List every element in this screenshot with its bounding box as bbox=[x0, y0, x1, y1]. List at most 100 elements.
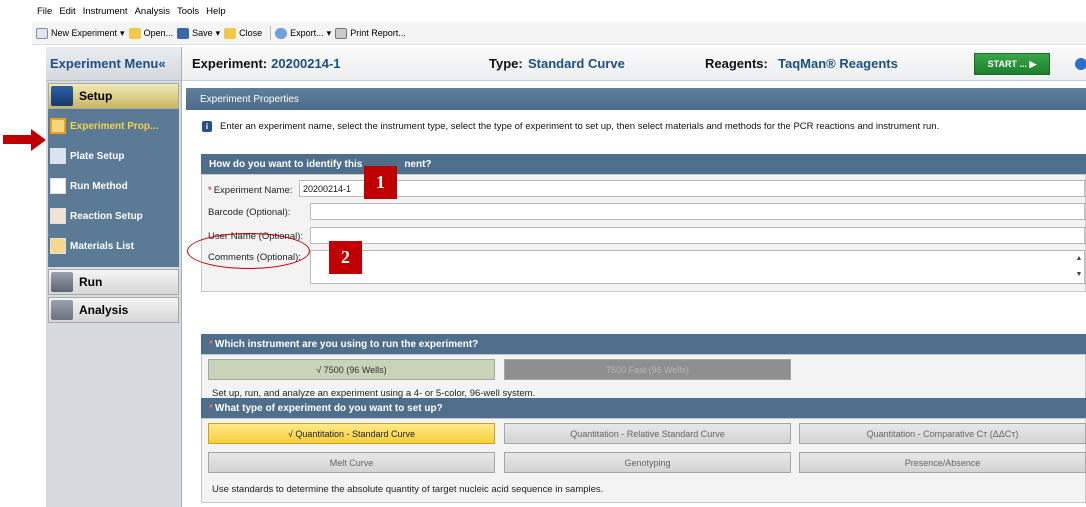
experiment-type-title-text: What type of experiment do you want to s… bbox=[214, 402, 443, 414]
barcode-label: Barcode (Optional): bbox=[208, 206, 291, 218]
experiment-name-field[interactable]: 20200214-1 bbox=[299, 180, 1085, 197]
comments-field[interactable]: ▲ ▼ bbox=[310, 250, 1085, 284]
setup-items: Experiment Prop... Plate Setup Run Metho… bbox=[48, 109, 179, 267]
experiment-type-section: √ Quantitation - Standard Curve Quantita… bbox=[201, 418, 1086, 503]
materials-list-icon bbox=[50, 238, 66, 254]
instrument-7500-fast-button[interactable]: 7500 Fast (96 Wells) bbox=[504, 359, 791, 380]
instructions: i Enter an experiment name, select the i… bbox=[202, 121, 939, 132]
experiment-label: Experiment: bbox=[192, 56, 268, 71]
experiment-name-label-text: Experiment Name: bbox=[213, 184, 293, 196]
annotation-ellipse bbox=[187, 233, 310, 269]
exp-type-standard-curve-button[interactable]: √ Quantitation - Standard Curve bbox=[208, 423, 495, 444]
identify-section: * Experiment Name: 20200214-1 Barcode (O… bbox=[201, 174, 1086, 292]
scroll-up-icon[interactable]: ▲ bbox=[1074, 251, 1084, 267]
experiment-properties-title: Experiment Properties bbox=[186, 88, 1086, 110]
sidebar-item-experiment-properties[interactable]: Experiment Prop... bbox=[48, 111, 179, 141]
exp-type-melt-curve-button[interactable]: Melt Curve bbox=[208, 452, 495, 473]
open-button[interactable]: Open... bbox=[128, 27, 174, 39]
annotation-badge-2: 2 bbox=[329, 241, 362, 274]
print-report-label: Print Report... bbox=[350, 28, 406, 38]
type-label: Type: bbox=[489, 56, 523, 71]
toolbar-divider bbox=[270, 26, 272, 40]
required-asterisk: * bbox=[208, 184, 212, 196]
run-method-curve-icon bbox=[50, 178, 66, 194]
identify-section-title: How do you want to identify this nent? bbox=[201, 154, 1086, 174]
required-asterisk: * bbox=[209, 402, 213, 414]
save-disk-icon bbox=[177, 27, 190, 39]
scrollbar[interactable]: ▲ ▼ bbox=[1074, 251, 1084, 283]
annotation-badge-1: 1 bbox=[364, 166, 397, 199]
menu-instrument[interactable]: Instrument bbox=[83, 6, 128, 17]
identify-title-tail: nent? bbox=[404, 158, 432, 170]
sidebar-section-run[interactable]: Run bbox=[48, 269, 179, 295]
run-icon bbox=[51, 272, 73, 292]
instrument-7500-button[interactable]: √ 7500 (96 Wells) bbox=[208, 359, 495, 380]
type-value: Standard Curve bbox=[528, 56, 625, 71]
sidebar-section-analysis[interactable]: Analysis bbox=[48, 297, 179, 323]
reagents-label: Reagents: bbox=[705, 56, 768, 71]
menu-edit[interactable]: Edit bbox=[59, 6, 75, 17]
menu-tools[interactable]: Tools bbox=[177, 6, 199, 17]
exp-type-presence-absence-button[interactable]: Presence/Absence bbox=[799, 452, 1086, 473]
barcode-field[interactable] bbox=[310, 203, 1085, 220]
save-button[interactable]: Save ▾ bbox=[177, 27, 221, 39]
user-name-field[interactable] bbox=[310, 227, 1085, 244]
new-experiment-label: New Experiment bbox=[51, 28, 118, 38]
toolbar: New Experiment ▾ Open... Save ▾ Close Ex… bbox=[32, 22, 1086, 45]
start-run-button[interactable]: START ... ▶ bbox=[974, 53, 1050, 75]
folder-icon bbox=[128, 27, 141, 39]
export-icon bbox=[275, 27, 288, 39]
sidebar-item-label: Experiment Prop... bbox=[70, 120, 159, 132]
close-button[interactable]: Close bbox=[224, 27, 263, 39]
open-label: Open... bbox=[143, 28, 174, 38]
scroll-down-icon[interactable]: ▼ bbox=[1074, 267, 1084, 283]
sidebar-item-label: Reaction Setup bbox=[70, 210, 143, 222]
experiment-menu-panel: Experiment Menu« Setup Experiment Prop..… bbox=[46, 47, 182, 507]
sidebar-item-label: Plate Setup bbox=[70, 150, 125, 162]
experiment-type-description: Use standards to determine the absolute … bbox=[212, 484, 604, 495]
sidebar-item-label: Run Method bbox=[70, 180, 128, 192]
pipette-icon bbox=[50, 208, 66, 224]
print-report-button[interactable]: Print Report... bbox=[335, 27, 406, 39]
sidebar-item-label: Materials List bbox=[70, 240, 134, 252]
close-label: Close bbox=[239, 28, 263, 38]
menu-analysis[interactable]: Analysis bbox=[135, 6, 170, 17]
menu-help[interactable]: Help bbox=[206, 6, 226, 17]
dropdown-arrow-icon: ▾ bbox=[326, 27, 332, 38]
experiment-menu-title[interactable]: Experiment Menu« bbox=[46, 47, 181, 81]
menu-file[interactable]: File bbox=[37, 6, 52, 17]
printer-icon bbox=[335, 27, 348, 39]
reagents-value: TaqMan® Reagents bbox=[778, 56, 898, 71]
export-button[interactable]: Export... ▾ bbox=[275, 27, 332, 39]
experiment-properties-icon bbox=[50, 118, 66, 134]
menu-bar: File Edit Instrument Analysis Tools Help bbox=[0, 0, 1086, 22]
exp-type-relative-standard-curve-button[interactable]: Quantitation - Relative Standard Curve bbox=[504, 423, 791, 444]
instrument-title-text: Which instrument are you using to run th… bbox=[214, 338, 479, 350]
instructions-text: Enter an experiment name, select the ins… bbox=[220, 121, 940, 132]
setup-label: Setup bbox=[79, 89, 113, 103]
help-icon[interactable] bbox=[1075, 58, 1086, 70]
required-asterisk: * bbox=[209, 338, 213, 350]
dropdown-arrow-icon: ▾ bbox=[215, 27, 221, 38]
export-label: Export... bbox=[290, 28, 324, 38]
sidebar-section-setup[interactable]: Setup bbox=[48, 83, 179, 109]
sidebar-item-materials-list[interactable]: Materials List bbox=[48, 231, 179, 261]
setup-icon bbox=[51, 86, 73, 106]
experiment-value: 20200214-1 bbox=[271, 56, 341, 71]
exp-type-comparative-ct-button[interactable]: Quantitation - Comparative Cт (ΔΔCт) bbox=[799, 423, 1086, 444]
plate-grid-icon bbox=[50, 148, 66, 164]
new-experiment-button[interactable]: New Experiment ▾ bbox=[36, 27, 125, 39]
folder-close-icon bbox=[224, 27, 237, 39]
experiment-type-section-title: * What type of experiment do you want to… bbox=[201, 398, 1086, 418]
identify-title-text: How do you want to identify this bbox=[209, 158, 363, 170]
sidebar-item-run-method[interactable]: Run Method bbox=[48, 171, 179, 201]
run-label: Run bbox=[79, 275, 103, 289]
experiment-name-label: * Experiment Name: bbox=[208, 182, 292, 198]
analysis-label: Analysis bbox=[79, 303, 129, 317]
main-content: Experiment: 20200214-1 Type: Standard Cu… bbox=[182, 47, 1086, 507]
exp-type-genotyping-button[interactable]: Genotyping bbox=[504, 452, 791, 473]
analysis-icon bbox=[51, 300, 73, 320]
sidebar-item-plate-setup[interactable]: Plate Setup bbox=[48, 141, 179, 171]
sidebar-item-reaction-setup[interactable]: Reaction Setup bbox=[48, 201, 179, 231]
experiment-header: Experiment: 20200214-1 Type: Standard Cu… bbox=[182, 47, 1086, 81]
